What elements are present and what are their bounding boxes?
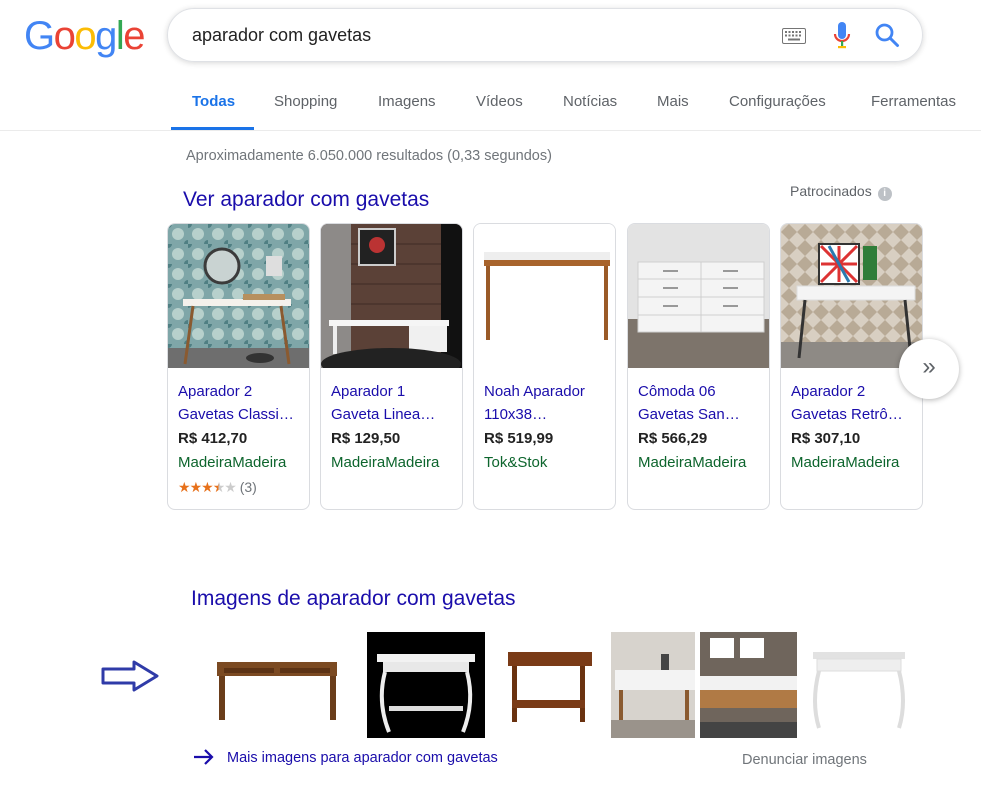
header-divider — [0, 130, 981, 131]
product-price: R$ 519,99 — [484, 430, 554, 447]
logo-letter: e — [123, 14, 145, 58]
tab-images[interactable]: Imagens — [378, 93, 436, 110]
product-price: R$ 129,50 — [331, 430, 401, 447]
product-rating: ★★★★★ (3) — [178, 479, 257, 495]
product-store: MadeiraMadeira — [638, 454, 747, 471]
product-name[interactable]: Aparador 2 Gavetas Classi… — [178, 380, 302, 426]
carousel-next-button[interactable]: » — [899, 339, 959, 399]
tab-tools[interactable]: Ferramentas — [871, 93, 956, 110]
image-thumbnail[interactable] — [611, 632, 695, 738]
logo-letter: G — [24, 14, 55, 58]
search-icon[interactable] — [874, 22, 900, 48]
product-card[interactable]: Aparador 2 Gavetas Classi… R$ 412,70 Made… — [167, 223, 310, 510]
star-icon: ★ — [178, 479, 191, 495]
info-icon[interactable]: i — [877, 187, 892, 201]
image-thumbnail[interactable] — [805, 632, 910, 738]
product-card[interactable]: Cômoda 06 Gavetas San… R$ 566,29 MadeiraM… — [627, 223, 770, 510]
product-image[interactable] — [168, 224, 309, 368]
tab-videos[interactable]: Vídeos — [476, 93, 523, 110]
product-store: MadeiraMadeira — [331, 454, 440, 471]
keyboard-icon[interactable] — [782, 28, 806, 44]
star-icon: ★ — [201, 479, 214, 495]
product-price: R$ 566,29 — [638, 430, 708, 447]
logo-letter: o — [53, 14, 76, 58]
tab-settings[interactable]: Configurações — [729, 93, 826, 110]
product-image[interactable] — [781, 224, 922, 368]
image-thumbnail[interactable] — [200, 632, 352, 738]
image-thumbnail[interactable] — [700, 632, 797, 738]
logo-letter: o — [74, 14, 96, 58]
shopping-heading[interactable]: Ver aparador com gavetas — [183, 188, 429, 212]
product-image[interactable] — [474, 224, 615, 368]
search-box[interactable]: aparador com gavetas — [167, 8, 923, 62]
arrow-right-icon — [101, 660, 159, 692]
product-store: Tok&Stok — [484, 454, 548, 471]
tab-shopping[interactable]: Shopping — [274, 93, 337, 110]
image-thumbnail[interactable] — [500, 632, 596, 738]
logo-letter: g — [95, 14, 117, 58]
tab-all[interactable]: Todas — [192, 93, 235, 110]
product-image[interactable] — [628, 224, 769, 368]
image-thumbnail[interactable] — [367, 632, 485, 738]
product-name[interactable]: Aparador 2 Gavetas Retrô… — [791, 380, 915, 426]
product-store: MadeiraMadeira — [178, 454, 287, 471]
product-name[interactable]: Aparador 1 Gaveta Linea… — [331, 380, 455, 426]
star-half-icon: ★ — [212, 479, 226, 495]
report-images-link[interactable]: Denunciar imagens — [742, 752, 867, 768]
star-empty-icon: ★ — [224, 479, 237, 495]
product-image[interactable] — [321, 224, 462, 368]
double-chevron-right-icon: » — [922, 353, 936, 380]
images-heading[interactable]: Imagens de aparador com gavetas — [191, 587, 516, 611]
product-name[interactable]: Noah Aparador 110x38… — [484, 380, 608, 426]
product-price: R$ 412,70 — [178, 430, 248, 447]
sponsored-text: Patrocinados — [790, 183, 872, 199]
result-stats: Aproximadamente 6.050.000 resultados (0,… — [186, 148, 552, 164]
microphone-icon[interactable] — [832, 21, 852, 51]
tab-news[interactable]: Notícias — [563, 93, 617, 110]
logo-letter: l — [115, 14, 125, 58]
star-icon: ★ — [189, 479, 203, 495]
more-images-text: Mais imagens para aparador com gavetas — [227, 750, 498, 766]
product-store: MadeiraMadeira — [791, 454, 900, 471]
more-images-link[interactable]: Mais imagens para aparador com gavetas — [193, 749, 498, 766]
search-input[interactable]: aparador com gavetas — [192, 25, 371, 46]
tab-more[interactable]: Mais — [657, 93, 689, 110]
arrow-right-icon — [194, 749, 214, 765]
product-card[interactable]: Aparador 1 Gaveta Linea… R$ 129,50 Madeir… — [320, 223, 463, 510]
product-price: R$ 307,10 — [791, 430, 861, 447]
product-name[interactable]: Cômoda 06 Gavetas San… — [638, 380, 762, 426]
product-card[interactable]: Noah Aparador 110x38… R$ 519,99 Tok&Stok — [473, 223, 616, 510]
sponsored-label[interactable]: Patrocinados i — [790, 183, 892, 201]
google-logo[interactable]: Google — [24, 14, 145, 59]
